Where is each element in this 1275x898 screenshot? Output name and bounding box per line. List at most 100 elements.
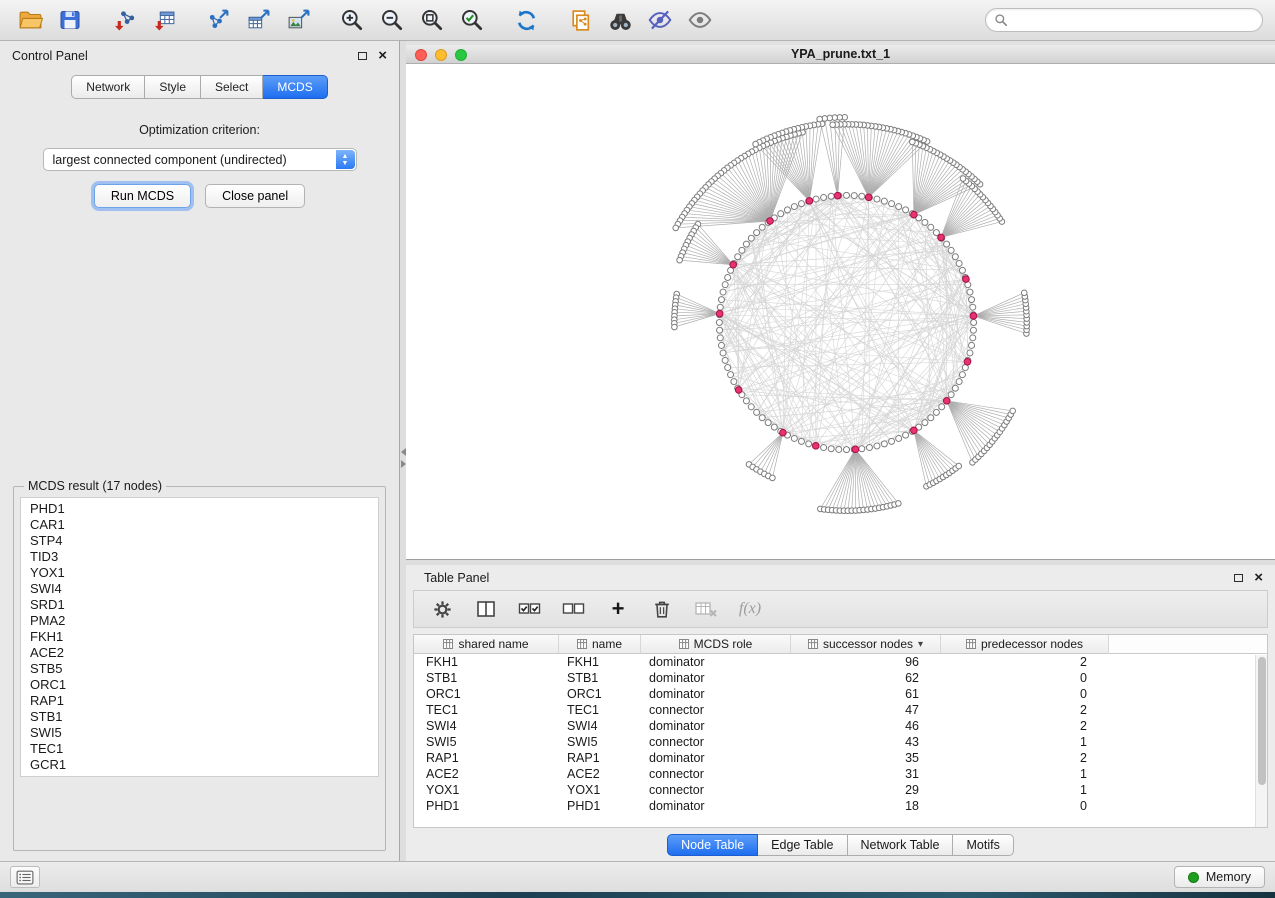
float-table-panel-icon[interactable] xyxy=(1234,574,1243,582)
column-header-successor-nodes[interactable]: successor nodes ▾ xyxy=(791,635,941,654)
open-folder-button[interactable] xyxy=(12,5,48,36)
table-row[interactable]: PHD1PHD1dominator180 xyxy=(414,798,1267,814)
create-column-button[interactable]: + xyxy=(606,597,630,621)
memory-button-label: Memory xyxy=(1206,870,1251,884)
tab-style[interactable]: Style xyxy=(145,75,201,99)
copy-document-button[interactable] xyxy=(562,5,598,36)
tab-edge-table[interactable]: Edge Table xyxy=(758,834,847,856)
column-header-name[interactable]: name xyxy=(559,635,641,654)
collapse-left-icon[interactable] xyxy=(401,448,406,456)
table-row[interactable]: SWI4SWI4dominator462 xyxy=(414,718,1267,734)
mcds-list-item[interactable]: SWI5 xyxy=(30,725,369,741)
main-content: Control Panel × Network Style Select MCD… xyxy=(0,41,1275,861)
memory-button[interactable]: Memory xyxy=(1174,866,1265,888)
delete-column-button[interactable] xyxy=(650,597,674,621)
select-all-button[interactable] xyxy=(518,597,542,621)
delete-table-button-disabled[interactable] xyxy=(694,597,718,621)
task-history-button[interactable] xyxy=(10,866,40,888)
zoom-in-button[interactable] xyxy=(334,5,370,36)
table-row[interactable]: SWI5SWI5connector431 xyxy=(414,734,1267,750)
zoom-selected-button[interactable] xyxy=(454,5,490,36)
mcds-list-item[interactable]: GCR1 xyxy=(30,757,369,773)
zoom-out-button[interactable] xyxy=(374,5,410,36)
network-canvas[interactable] xyxy=(406,64,1275,559)
export-network-button[interactable] xyxy=(200,5,236,36)
table-settings-button[interactable] xyxy=(430,597,454,621)
search-input[interactable] xyxy=(1013,13,1254,27)
table-cell-mcds-role: dominator xyxy=(641,670,791,686)
column-header-predecessor-nodes[interactable]: predecessor nodes xyxy=(941,635,1109,654)
close-panel-icon[interactable]: × xyxy=(378,51,387,61)
function-builder-button-disabled[interactable]: f(x) xyxy=(738,597,762,621)
table-cell-successor-nodes: 35 xyxy=(791,750,941,766)
close-window-icon[interactable] xyxy=(415,49,427,61)
table-scrollbar[interactable] xyxy=(1255,655,1267,827)
table-cell-predecessor-nodes: 2 xyxy=(941,702,1109,718)
table-scrollbar-thumb[interactable] xyxy=(1258,657,1266,785)
tab-motifs[interactable]: Motifs xyxy=(953,834,1013,856)
mcds-list-item[interactable]: TID3 xyxy=(30,549,369,565)
tab-mcds[interactable]: MCDS xyxy=(263,75,327,99)
run-mcds-button[interactable]: Run MCDS xyxy=(94,184,191,208)
table-row[interactable]: YOX1YOX1connector291 xyxy=(414,782,1267,798)
float-panel-icon[interactable] xyxy=(358,52,367,60)
mcds-list-item[interactable]: SWI4 xyxy=(30,581,369,597)
network-window-titlebar[interactable]: YPA_prune.txt_1 xyxy=(406,45,1275,64)
apply-layout-button[interactable] xyxy=(508,5,544,36)
sort-chevron-icon[interactable]: ▾ xyxy=(918,639,923,650)
mcds-list-item[interactable]: TEC1 xyxy=(30,741,369,757)
import-table-button[interactable] xyxy=(146,5,182,36)
select-all-icon xyxy=(518,598,542,620)
tab-network[interactable]: Network xyxy=(71,75,145,99)
export-image-button[interactable] xyxy=(280,5,316,36)
memory-status-icon xyxy=(1188,872,1199,883)
close-table-panel-icon[interactable]: × xyxy=(1254,573,1263,583)
zoom-fit-button[interactable] xyxy=(414,5,450,36)
table-row[interactable]: RAP1RAP1dominator352 xyxy=(414,750,1267,766)
export-table-button[interactable] xyxy=(240,5,276,36)
mcds-list-item[interactable]: SRD1 xyxy=(30,597,369,613)
mcds-list-item[interactable]: YOX1 xyxy=(30,565,369,581)
table-row[interactable]: TEC1TEC1connector472 xyxy=(414,702,1267,718)
mcds-list-item[interactable]: STP4 xyxy=(30,533,369,549)
table-row[interactable]: FKH1FKH1dominator962 xyxy=(414,654,1267,670)
search-box xyxy=(985,8,1263,32)
minimize-window-icon[interactable] xyxy=(435,49,447,61)
mcds-list-item[interactable]: PHD1 xyxy=(30,501,369,517)
mcds-list-item[interactable]: ORC1 xyxy=(30,677,369,693)
table-cell-filler xyxy=(1109,750,1267,766)
mcds-list-item[interactable]: STB5 xyxy=(30,661,369,677)
tab-node-table[interactable]: Node Table xyxy=(667,834,758,856)
optimization-criterion-dropdown[interactable]: largest connected component (undirected)… xyxy=(43,148,357,171)
tab-network-table[interactable]: Network Table xyxy=(848,834,954,856)
column-header-shared-name[interactable]: shared name xyxy=(414,635,559,654)
maximize-window-icon[interactable] xyxy=(455,49,467,61)
mcds-list-item[interactable]: RAP1 xyxy=(30,693,369,709)
trash-icon xyxy=(651,598,673,620)
table-cell-shared-name: FKH1 xyxy=(414,654,559,670)
save-session-button[interactable] xyxy=(52,5,88,36)
mcds-list-item[interactable]: ACE2 xyxy=(30,645,369,661)
deselect-all-button[interactable] xyxy=(562,597,586,621)
expand-right-icon[interactable] xyxy=(401,460,406,468)
table-cell-predecessor-nodes: 1 xyxy=(941,766,1109,782)
table-row[interactable]: STB1STB1dominator620 xyxy=(414,670,1267,686)
tab-select[interactable]: Select xyxy=(201,75,263,99)
find-button[interactable] xyxy=(602,5,638,36)
table-cell-mcds-role: dominator xyxy=(641,798,791,814)
column-header-mcds-role[interactable]: MCDS role xyxy=(641,635,791,654)
table-row[interactable]: ORC1ORC1dominator610 xyxy=(414,686,1267,702)
close-panel-button[interactable]: Close panel xyxy=(205,184,305,208)
mcds-list-item[interactable]: FKH1 xyxy=(30,629,369,645)
table-row[interactable]: ACE2ACE2connector311 xyxy=(414,766,1267,782)
hide-details-button[interactable] xyxy=(642,5,678,36)
mcds-list-item[interactable]: STB1 xyxy=(30,709,369,725)
table-cell-name: SWI5 xyxy=(559,734,641,750)
show-details-button[interactable] xyxy=(682,5,718,36)
mcds-list-item[interactable]: PMA2 xyxy=(30,613,369,629)
show-columns-button[interactable] xyxy=(474,597,498,621)
mcds-list-item[interactable]: CAR1 xyxy=(30,517,369,533)
import-network-button[interactable] xyxy=(106,5,142,36)
table-cell-predecessor-nodes: 1 xyxy=(941,782,1109,798)
control-panel-title: Control Panel xyxy=(12,49,88,63)
